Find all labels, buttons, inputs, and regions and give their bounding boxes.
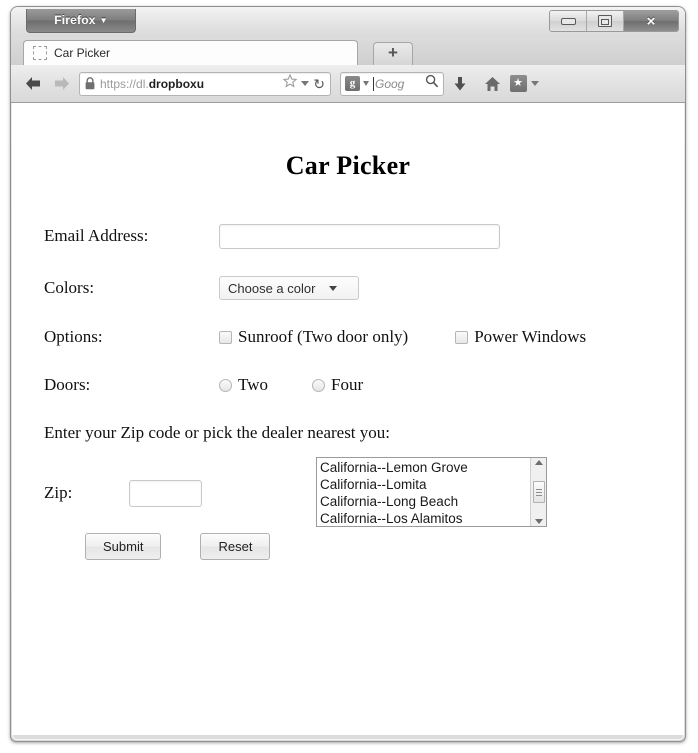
colors-label: Colors: bbox=[44, 278, 95, 297]
list-item[interactable]: California--Long Beach bbox=[320, 493, 530, 510]
options-row: Options: Sunroof (Two door only) Power W… bbox=[44, 325, 684, 349]
lock-icon bbox=[85, 77, 95, 90]
scroll-up-icon[interactable] bbox=[534, 460, 543, 465]
scroll-down-icon[interactable] bbox=[534, 519, 543, 524]
window-controls: × bbox=[549, 10, 679, 32]
dealer-listbox-items: California--Lemon Grove California--Lomi… bbox=[317, 458, 530, 526]
options-label: Options: bbox=[44, 327, 103, 346]
browser-tab[interactable]: Car Picker bbox=[23, 40, 358, 65]
home-button[interactable] bbox=[476, 71, 508, 97]
scrollbar-thumb[interactable] bbox=[532, 481, 545, 503]
title-bar: Firefox ▼ × bbox=[11, 7, 685, 37]
grip-line bbox=[535, 494, 542, 496]
search-bar[interactable]: g Goog bbox=[340, 71, 444, 96]
minimize-icon bbox=[560, 17, 576, 25]
submit-button[interactable]: Submit bbox=[85, 533, 162, 560]
chevron-down-icon[interactable] bbox=[301, 81, 310, 86]
navigation-toolbar: https://dl.dropboxu ↻ g Goog ★ bbox=[11, 65, 685, 103]
home-icon bbox=[484, 76, 500, 91]
dealer-prompt: Enter your Zip code or pick the dealer n… bbox=[44, 423, 391, 442]
tab-strip: Car Picker + bbox=[11, 37, 685, 66]
bookmarks-star-icon: ★ bbox=[509, 75, 527, 92]
grip-line bbox=[535, 488, 542, 490]
page-content-area: Car Picker Email Address: Colors: Choose… bbox=[12, 103, 684, 735]
forward-arrow-icon bbox=[54, 77, 69, 90]
forward-button[interactable] bbox=[47, 71, 75, 97]
tab-title: Car Picker bbox=[54, 46, 111, 60]
doors-four-radio[interactable] bbox=[311, 378, 325, 392]
power-windows-label: Power Windows bbox=[474, 327, 587, 346]
url-domain: dropboxu bbox=[148, 76, 205, 91]
text-cursor bbox=[373, 76, 374, 91]
back-arrow-icon bbox=[25, 77, 40, 90]
favicon-icon bbox=[33, 46, 47, 60]
search-input[interactable]: Goog bbox=[375, 77, 425, 91]
dealer-listbox-scrollbar[interactable] bbox=[530, 458, 546, 526]
doors-two-radio[interactable] bbox=[219, 378, 232, 392]
firefox-app-menu-button[interactable]: Firefox ▼ bbox=[26, 9, 136, 33]
new-tab-button[interactable]: + bbox=[373, 42, 413, 65]
grip-line bbox=[535, 491, 542, 493]
zip-field[interactable] bbox=[129, 479, 202, 507]
reset-button[interactable]: Reset bbox=[200, 533, 271, 560]
google-g-icon[interactable]: g bbox=[345, 76, 360, 91]
email-label: Email Address: bbox=[44, 226, 149, 245]
restore-button[interactable] bbox=[587, 11, 624, 31]
sunroof-label: Sunroof (Two door only) bbox=[238, 327, 409, 346]
address-bar[interactable]: https://dl.dropboxu ↻ bbox=[79, 71, 331, 96]
power-windows-option[interactable]: Power Windows bbox=[455, 327, 586, 347]
doors-two-label: Two bbox=[238, 375, 268, 394]
downloads-button[interactable] bbox=[444, 71, 476, 97]
dealer-listbox[interactable]: California--Lemon Grove California--Lomi… bbox=[316, 457, 547, 527]
chevron-down-icon[interactable] bbox=[363, 81, 369, 86]
restore-icon bbox=[598, 15, 612, 27]
reload-icon[interactable]: ↻ bbox=[313, 77, 325, 91]
list-item[interactable]: California--Lomita bbox=[320, 476, 530, 493]
chevron-down-icon bbox=[329, 285, 338, 291]
back-button[interactable] bbox=[19, 71, 47, 97]
address-bar-icons: ↻ bbox=[282, 73, 325, 93]
url-scheme: https://dl. bbox=[100, 76, 149, 91]
power-windows-checkbox[interactable] bbox=[455, 330, 469, 344]
star-icon[interactable] bbox=[282, 73, 298, 93]
doors-four-label: Four bbox=[330, 375, 364, 394]
page-title: Car Picker bbox=[285, 151, 411, 180]
doors-four-option[interactable]: Four bbox=[311, 375, 364, 395]
colors-row: Colors: Choose a color bbox=[44, 275, 684, 301]
close-icon: × bbox=[646, 12, 656, 30]
list-item[interactable]: California--Los Alamitos bbox=[320, 510, 530, 526]
url-text: https://dl.dropboxu bbox=[100, 77, 283, 91]
doors-two-option[interactable]: Two bbox=[219, 375, 268, 395]
browser-window: Firefox ▼ × Car Picker + https://dl.drop… bbox=[10, 6, 686, 742]
doors-row: Doors: Two Four bbox=[44, 373, 684, 397]
bookmarks-button[interactable]: ★ bbox=[508, 71, 540, 97]
minimize-button[interactable] bbox=[550, 11, 587, 31]
email-field[interactable] bbox=[219, 223, 500, 249]
chevron-down-icon[interactable] bbox=[530, 81, 539, 86]
doors-label: Doors: bbox=[44, 375, 91, 394]
firefox-app-menu-label: Firefox bbox=[54, 13, 96, 27]
close-button[interactable]: × bbox=[624, 11, 678, 31]
list-item[interactable]: California--Lemon Grove bbox=[320, 459, 530, 476]
download-arrow-icon bbox=[454, 76, 466, 90]
zip-label: Zip: bbox=[44, 483, 73, 502]
chevron-down-icon: ▼ bbox=[99, 15, 108, 25]
colors-select[interactable]: Choose a color bbox=[219, 276, 359, 300]
sunroof-option[interactable]: Sunroof (Two door only) bbox=[219, 327, 408, 347]
form-buttons: Submit Reset bbox=[85, 533, 684, 560]
search-icon[interactable] bbox=[425, 74, 439, 93]
car-picker-form: Car Picker Email Address: Colors: Choose… bbox=[12, 151, 684, 560]
colors-select-value: Choose a color bbox=[228, 280, 316, 296]
email-row: Email Address: bbox=[44, 221, 684, 251]
sunroof-checkbox[interactable] bbox=[219, 330, 232, 344]
